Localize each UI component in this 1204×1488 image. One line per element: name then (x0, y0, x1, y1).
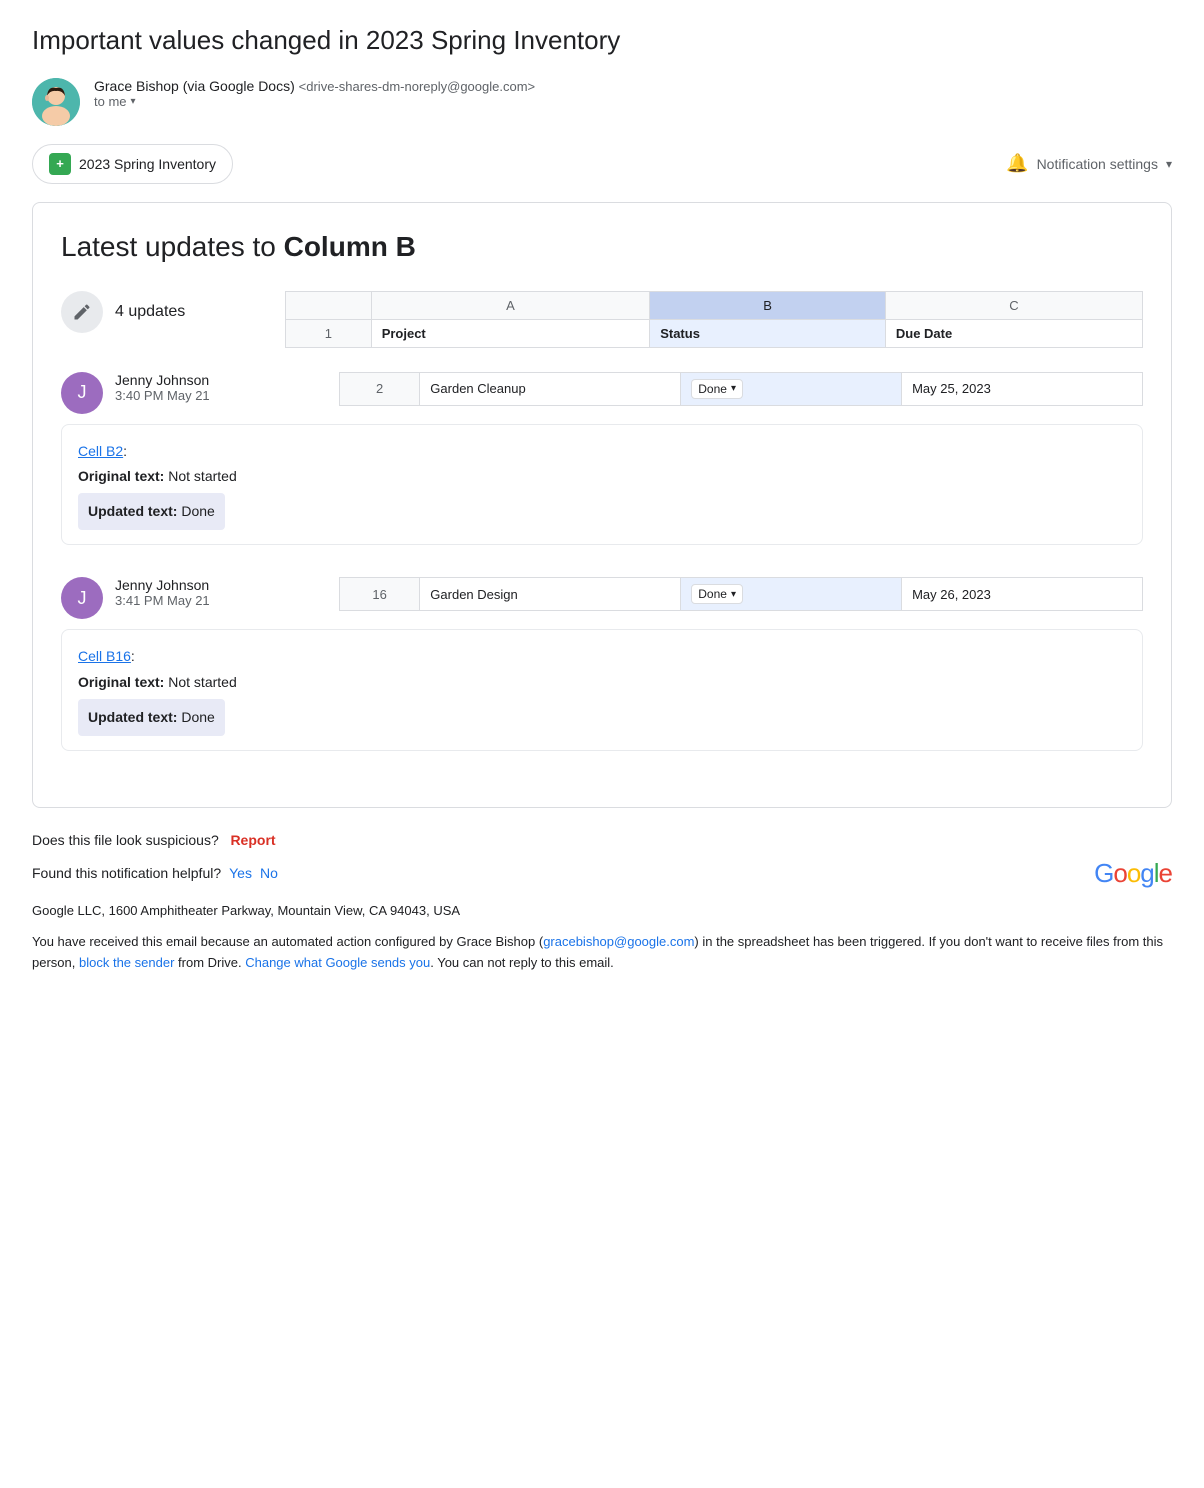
updated-text-line: Updated text: Done (78, 489, 1126, 530)
header-col-a-val: Project (371, 319, 650, 347)
sender-email: <drive-shares-dm-noreply@google.com> (299, 79, 535, 94)
cell-ref-line: Cell B2: (78, 439, 1126, 464)
header-col-b-val: Status (650, 319, 886, 347)
updates-meta: 4 updates (61, 291, 261, 333)
updated-text-highlight: Updated text: Done (78, 699, 225, 736)
updated-text-highlight: Updated text: Done (78, 493, 225, 530)
footer-note-3: ) in the spreadsheet has been triggered.… (694, 934, 1139, 949)
notification-settings-chevron-icon: ▾ (1166, 157, 1172, 171)
update-user-name: Jenny Johnson (115, 372, 315, 388)
update-user-col: J Jenny Johnson 3:41 PM May 21 (61, 577, 315, 619)
original-text-line: Original text: Not started (78, 464, 1126, 489)
card-title-prefix: Latest updates to (61, 231, 284, 262)
no-link[interactable]: No (260, 865, 278, 881)
helpful-row: Found this notification helpful? Yes No … (32, 858, 1172, 889)
update-row-num: 2 (340, 372, 420, 405)
update-spreadsheet-preview: 16 Garden Design Done ▾ May 26, 2023 (339, 577, 1143, 611)
grace-email-link[interactable]: gracebishop@google.com (543, 934, 694, 949)
suspicious-text: Does this file look suspicious? (32, 832, 219, 848)
footer-note-6: from Drive. (178, 955, 242, 970)
update-col-c: May 26, 2023 (902, 578, 1143, 611)
status-badge[interactable]: Done ▾ (691, 379, 743, 399)
helpful-left: Found this notification helpful? Yes No (32, 865, 278, 881)
update-time: 3:40 PM May 21 (115, 388, 315, 403)
to-me-chevron-icon: ▾ (131, 96, 136, 107)
footer-note-8: . You can not reply to this email. (430, 955, 614, 970)
cell-link[interactable]: Cell B2 (78, 443, 123, 459)
col-header-b: B (650, 291, 886, 319)
avatar (32, 78, 80, 126)
update-table: 2 Garden Cleanup Done ▾ May 25, 2023 (339, 372, 1143, 406)
col-header-a: A (371, 291, 650, 319)
update-spreadsheet-preview: 2 Garden Cleanup Done ▾ May 25, 2023 (339, 372, 1143, 406)
original-text-line: Original text: Not started (78, 670, 1126, 695)
notification-settings-button[interactable]: 🔔 Notification settings ▾ (1006, 153, 1172, 174)
bell-icon: 🔔 (1006, 153, 1028, 174)
sender-name: Grace Bishop (via Google Docs) (94, 78, 295, 94)
update-time: 3:41 PM May 21 (115, 593, 315, 608)
email-title: Important values changed in 2023 Spring … (32, 24, 1172, 58)
footer-note: You have received this email because an … (32, 932, 1172, 974)
cell-ref-line: Cell B16: (78, 644, 1126, 669)
sender-row: Grace Bishop (via Google Docs) <drive-sh… (32, 78, 1172, 126)
updates-summary-row: 4 updates A B C 1 Project Status (61, 291, 1143, 348)
update-user-name: Jenny Johnson (115, 577, 315, 593)
block-sender-link[interactable]: block the sender (79, 955, 174, 970)
sheets-icon: + (49, 153, 71, 175)
sender-name-line: Grace Bishop (via Google Docs) <drive-sh… (94, 78, 535, 94)
google-logo: Google (1094, 858, 1172, 889)
col-header-num (286, 291, 372, 319)
sender-info: Grace Bishop (via Google Docs) <drive-sh… (94, 78, 535, 109)
cell-link[interactable]: Cell B16 (78, 648, 131, 664)
pencil-icon (61, 291, 103, 333)
update-item: J Jenny Johnson 3:41 PM May 21 16 Garden… (61, 577, 1143, 759)
update-item: J Jenny Johnson 3:40 PM May 21 2 Garden … (61, 372, 1143, 554)
update-user-info: Jenny Johnson 3:41 PM May 21 (115, 577, 315, 608)
update-col-c: May 25, 2023 (902, 372, 1143, 405)
doc-link-button[interactable]: + 2023 Spring Inventory (32, 144, 233, 184)
update-col-a: Garden Cleanup (420, 372, 681, 405)
helpful-text: Found this notification helpful? (32, 865, 221, 881)
status-badge-arrow-icon: ▾ (731, 383, 736, 394)
notification-settings-label: Notification settings (1037, 156, 1158, 172)
update-table: 16 Garden Design Done ▾ May 26, 2023 (339, 577, 1143, 611)
update-col-a: Garden Design (420, 578, 681, 611)
header-col-c-val: Due Date (885, 319, 1142, 347)
yes-link[interactable]: Yes (229, 865, 252, 881)
update-row-num: 16 (340, 578, 420, 611)
update-user-info: Jenny Johnson 3:40 PM May 21 (115, 372, 315, 403)
header-row-num: 1 (286, 319, 372, 347)
change-google-settings-link[interactable]: Change what Google sends you (245, 955, 430, 970)
update-row-area: J Jenny Johnson 3:40 PM May 21 2 Garden … (61, 372, 1143, 414)
card-title: Latest updates to Column B (61, 231, 1143, 263)
status-badge-arrow-icon: ▾ (731, 589, 736, 600)
user-avatar: J (61, 577, 103, 619)
doc-link-row: + 2023 Spring Inventory 🔔 Notification s… (32, 144, 1172, 184)
update-detail: Cell B16: Original text: Not started Upd… (61, 629, 1143, 751)
updated-text-line: Updated text: Done (78, 695, 1126, 736)
footer-section: Does this file look suspicious? Report F… (32, 832, 1172, 974)
doc-link-label: 2023 Spring Inventory (79, 156, 216, 172)
update-col-b: Done ▾ (681, 578, 902, 611)
update-col-b: Done ▾ (681, 372, 902, 405)
card-title-bold: Column B (284, 231, 416, 262)
status-badge[interactable]: Done ▾ (691, 584, 743, 604)
footer-address: Google LLC, 1600 Amphitheater Parkway, M… (32, 903, 1172, 918)
updates-count: 4 updates (115, 303, 185, 321)
col-header-c: C (885, 291, 1142, 319)
spreadsheet-table: A B C 1 Project Status Due Date (285, 291, 1143, 348)
footer-note-1: You have received this email because an … (32, 934, 535, 949)
spreadsheet-header-preview: A B C 1 Project Status Due Date (285, 291, 1143, 348)
email-card: Latest updates to Column B 4 updates A B… (32, 202, 1172, 808)
to-me[interactable]: to me ▾ (94, 94, 535, 109)
update-user-col: J Jenny Johnson 3:40 PM May 21 (61, 372, 315, 414)
report-link[interactable]: Report (230, 832, 275, 848)
user-avatar: J (61, 372, 103, 414)
update-row-area: J Jenny Johnson 3:41 PM May 21 16 Garden… (61, 577, 1143, 619)
suspicious-row: Does this file look suspicious? Report (32, 832, 1172, 848)
update-detail: Cell B2: Original text: Not started Upda… (61, 424, 1143, 546)
